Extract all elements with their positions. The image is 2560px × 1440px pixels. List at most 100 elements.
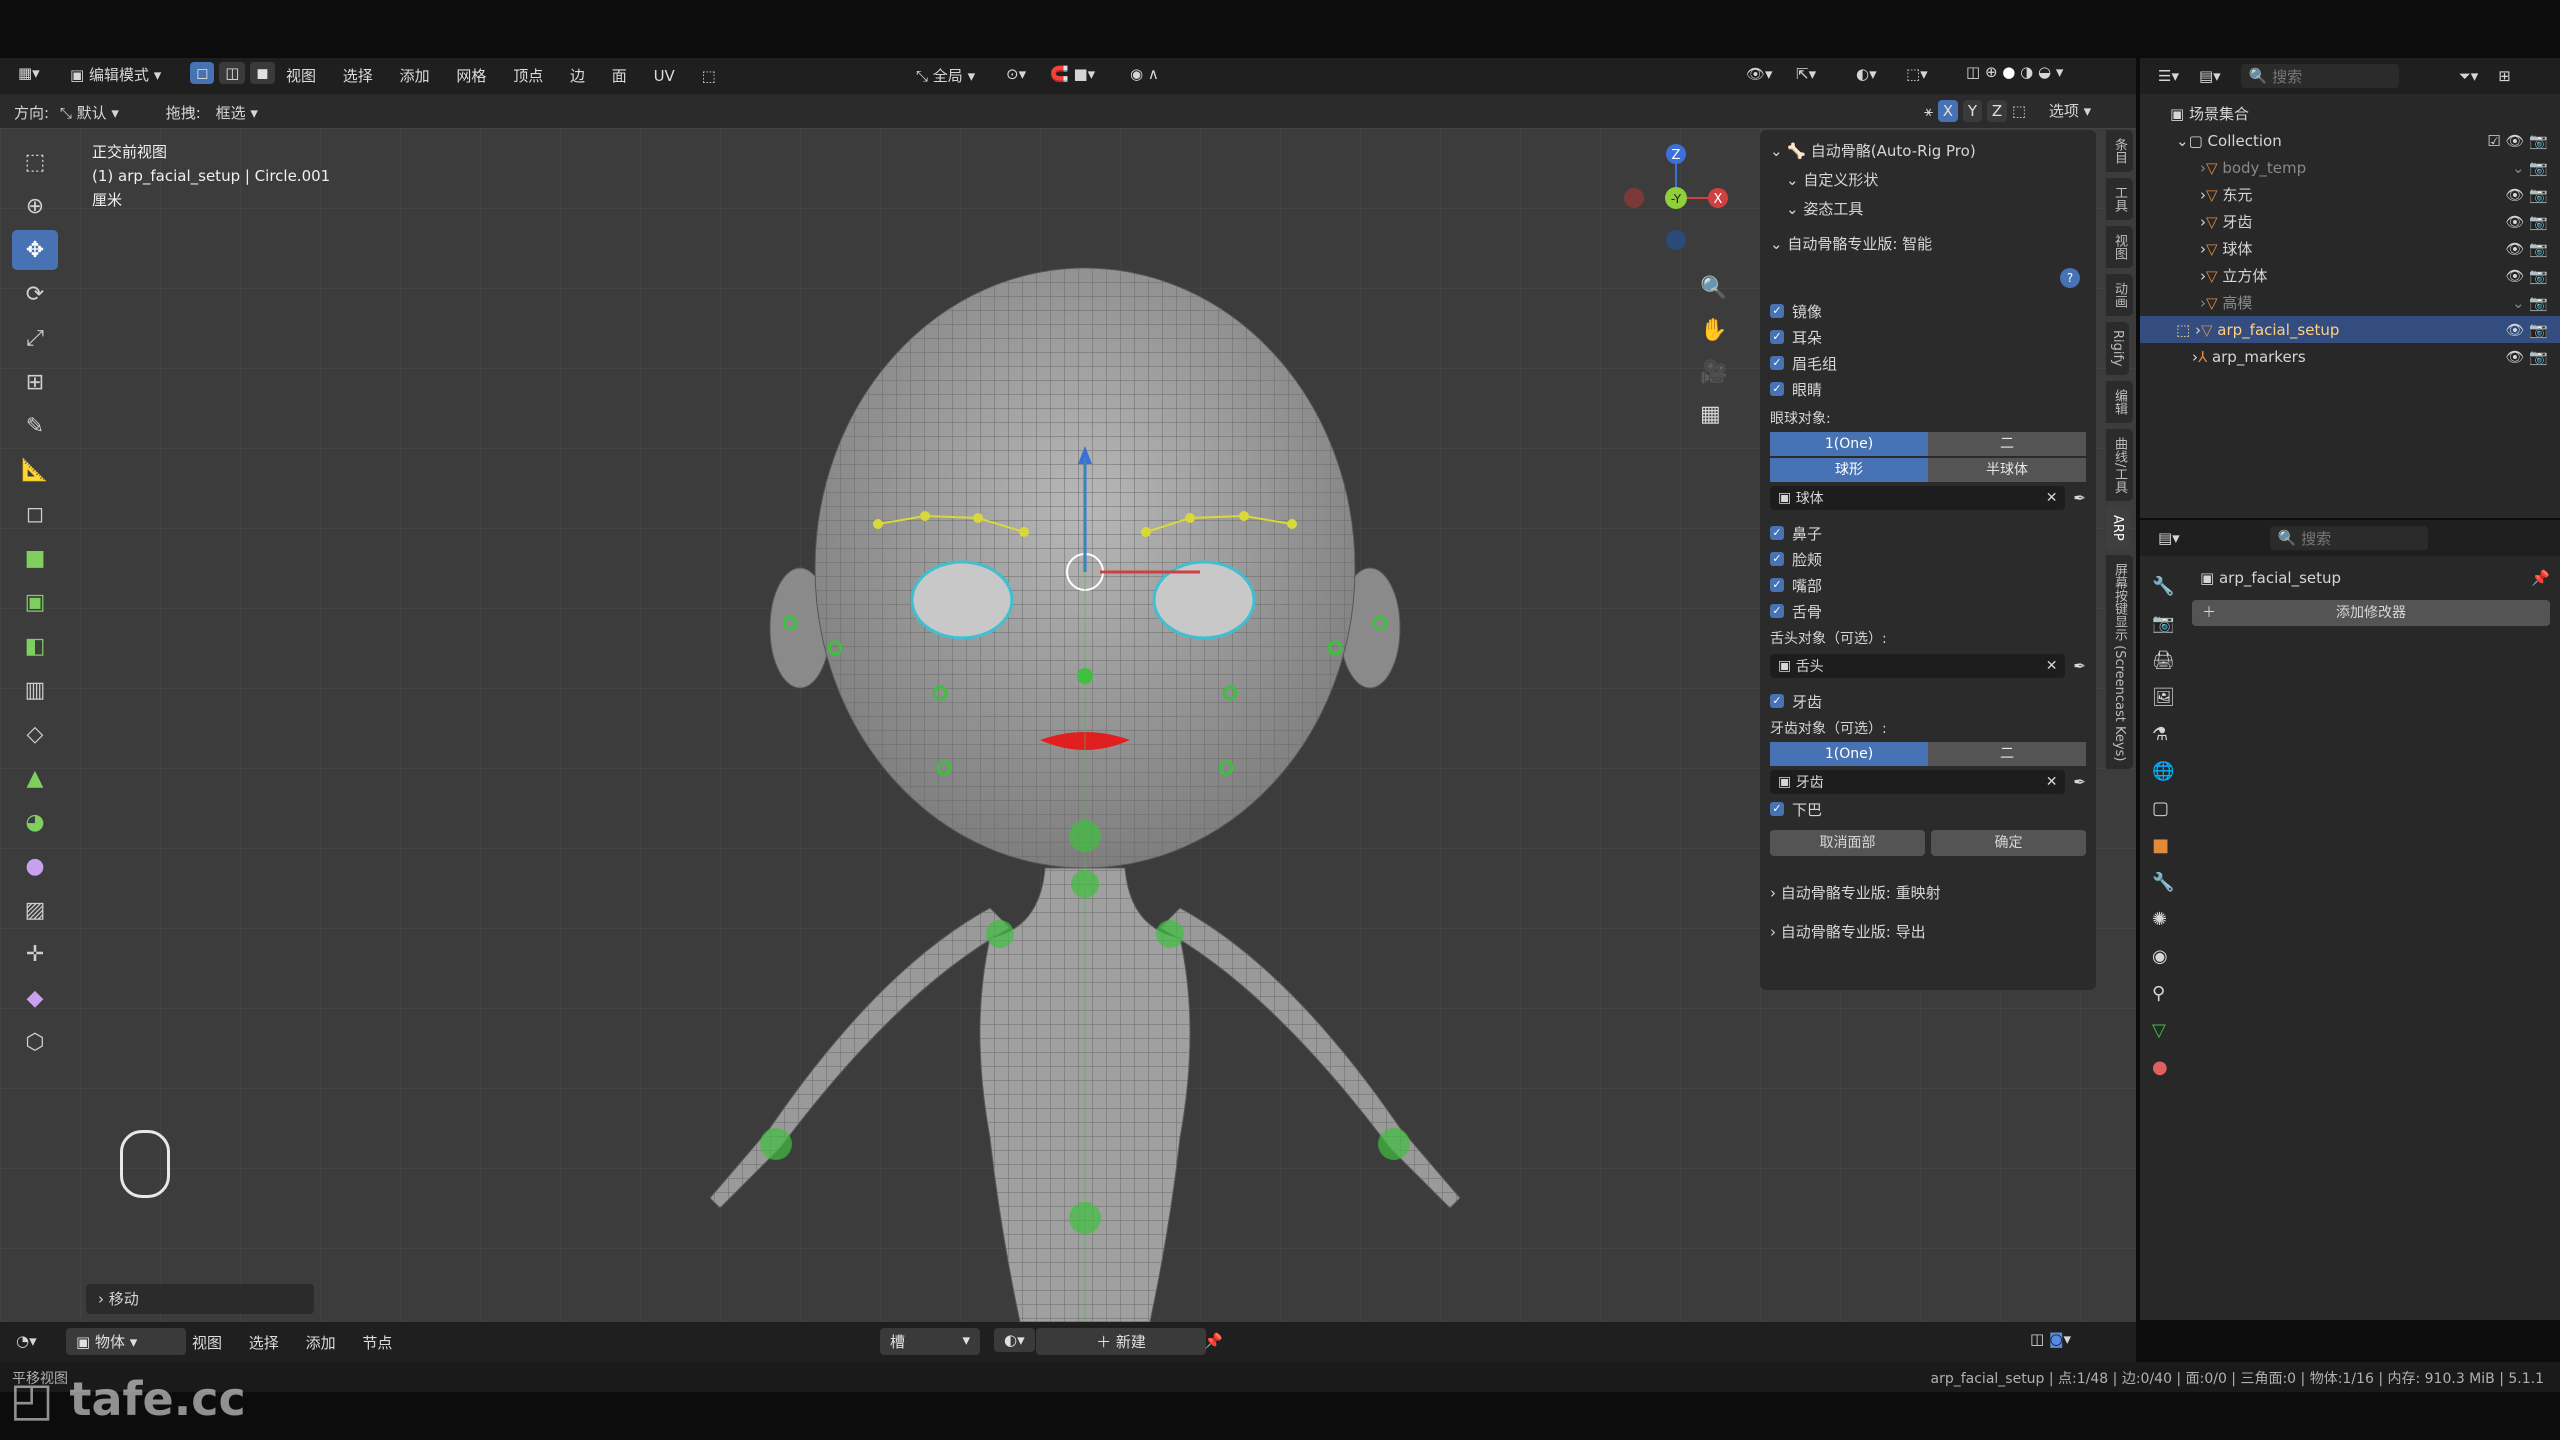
properties-editor-icon[interactable]: ▤▾	[2158, 529, 2180, 547]
material-tab-icon[interactable]: ●	[2152, 1049, 2182, 1086]
bottom-editor-type-icon[interactable]: ◔▾	[16, 1332, 37, 1350]
menu-edge[interactable]: 边	[570, 65, 585, 86]
overlay-icon[interactable]: ◐▾	[1856, 65, 1877, 83]
rotate-icon[interactable]: ⟳	[12, 274, 58, 314]
visibility-icon[interactable]: 👁▾	[1746, 65, 1773, 83]
loop-cut-icon[interactable]: ▥	[12, 670, 58, 710]
outliner-item-sphere[interactable]: › ▽ 球体 👁 📷	[2140, 235, 2560, 262]
physics-tab-icon[interactable]: ◉	[2152, 938, 2182, 975]
outliner-item-arp-markers[interactable]: › ⅄ arp_markers 👁 📷	[2140, 343, 2560, 370]
eyedropper-icon[interactable]: ✒	[2073, 489, 2086, 507]
rip-icon[interactable]: ⬡	[12, 1022, 58, 1062]
eye-shape-hemisphere[interactable]: 半球体	[1928, 458, 2086, 482]
add-cube-icon[interactable]: ◻	[12, 494, 58, 534]
pivot-icon[interactable]: ⊙▾	[1006, 65, 1026, 83]
menu-mesh[interactable]: 网格	[456, 65, 486, 86]
check-ears[interactable]: ✓ 耳朵	[1770, 324, 2086, 350]
transform-icon[interactable]: ⊞	[12, 362, 58, 402]
pin-icon[interactable]: 📌	[2531, 569, 2550, 587]
proportional-edit-icon[interactable]: ◉ ∧	[1130, 65, 1159, 83]
visibility-icons[interactable]: 👁 📷	[2506, 213, 2549, 231]
menu-face[interactable]: 面	[612, 65, 627, 86]
visibility-icons[interactable]: ☑ 👁 📷	[2487, 132, 2548, 150]
visibility-icons[interactable]: 👁 📷	[2506, 348, 2549, 366]
cursor-icon[interactable]: ⊕	[12, 186, 58, 226]
outliner-item-dongyuan[interactable]: › ▽ 东元 👁 📷	[2140, 181, 2560, 208]
inset-icon[interactable]: ▣	[12, 582, 58, 622]
tab-item[interactable]: 条目	[2106, 130, 2133, 172]
check-jaw[interactable]: ✓ 下巴	[1770, 796, 2086, 822]
pose-tools-sub[interactable]: ⌄ 姿态工具	[1770, 194, 2086, 223]
outliner-item-highpoly[interactable]: › ▽ 高模 ⌄ 📷	[2140, 289, 2560, 316]
menu-view[interactable]: 视图	[286, 65, 316, 86]
edge-slide-icon[interactable]: ▨	[12, 890, 58, 930]
properties-search[interactable]: 🔍 搜索	[2269, 526, 2428, 550]
object-tab-icon[interactable]: ■	[2152, 827, 2182, 864]
orientation-dropdown[interactable]: ⤡ 默认 ▾	[60, 104, 119, 122]
check-mouth[interactable]: ✓ 嘴部	[1770, 572, 2086, 598]
new-material-button[interactable]: ＋ 新建	[1036, 1328, 1206, 1355]
select-box-icon[interactable]: ⬚	[12, 142, 58, 182]
face-select-icon[interactable]: ◼	[250, 62, 275, 84]
outliner-item-teeth[interactable]: › ▽ 牙齿 👁 📷	[2140, 208, 2560, 235]
axis-x-button[interactable]: X	[1937, 100, 1959, 122]
new-collection-icon[interactable]: ⊞	[2498, 67, 2511, 85]
export-panel-header[interactable]: › 自动骨骼专业版: 导出	[1770, 917, 2086, 946]
uv-sync-icon[interactable]: ⬚	[702, 67, 716, 85]
visibility-icons[interactable]: ⌄ 📷	[2512, 294, 2548, 312]
arp-header[interactable]: ⌄ 🦴 自动骨骼(Auto-Rig Pro)	[1770, 136, 2086, 165]
outliner-search[interactable]: 🔍 搜索	[2240, 64, 2399, 88]
tab-rigify[interactable]: Rigify	[2106, 322, 2129, 375]
custom-shape-sub[interactable]: ⌄ 自定义形状	[1770, 165, 2086, 194]
visibility-icons[interactable]: 👁 📷	[2506, 267, 2549, 285]
spin-icon[interactable]: ◕	[12, 802, 58, 842]
bottom-menu-node[interactable]: 节点	[362, 1332, 392, 1353]
edge-select-icon[interactable]: ◫	[219, 62, 246, 84]
scale-icon[interactable]: ⤢	[12, 318, 58, 358]
teeth-count-one[interactable]: 1(One)	[1770, 742, 1928, 766]
bevel-icon[interactable]: ◧	[12, 626, 58, 666]
last-operator-panel[interactable]: › 移动	[86, 1284, 314, 1314]
overlay-toggle-icons[interactable]: ◫ ◙▾	[2030, 1330, 2071, 1348]
tongue-object-field[interactable]: ▣ 舌头 ✕	[1770, 654, 2066, 678]
collection-row[interactable]: ⌄ ▢ Collection ☑ 👁 📷	[2140, 127, 2560, 154]
material-browse[interactable]: ◐▾	[994, 1328, 1035, 1352]
eyedropper-icon[interactable]: ✒	[2073, 657, 2086, 675]
check-cheeks[interactable]: ✓ 脸颊	[1770, 546, 2086, 572]
bottom-menu-view[interactable]: 视图	[192, 1332, 222, 1353]
annotate-icon[interactable]: ✎	[12, 406, 58, 446]
pin-icon[interactable]: 📌	[1204, 1332, 1223, 1350]
smooth-icon[interactable]: ●	[12, 846, 58, 886]
menu-select[interactable]: 选择	[343, 65, 373, 86]
vertex-select-icon[interactable]: ◻	[190, 62, 215, 84]
tab-screencast-keys[interactable]: 屏幕按键显示 (Screencast Keys)	[2106, 554, 2133, 770]
shrink-fatten-icon[interactable]: ✛	[12, 934, 58, 974]
eye-count-one[interactable]: 1(One)	[1770, 432, 1928, 456]
help-icon[interactable]: ?	[2060, 268, 2080, 288]
tab-edit[interactable]: 编辑	[2106, 380, 2133, 423]
tab-curve-tools[interactable]: 曲线/工具	[2106, 428, 2133, 501]
grid-icon[interactable]: ▦	[1700, 394, 1727, 436]
constraints-tab-icon[interactable]: ⚲	[2152, 975, 2182, 1012]
display-mode-icon[interactable]: ▤▾	[2199, 67, 2221, 85]
check-mirror[interactable]: ✓ 镜像	[1770, 298, 2086, 324]
scene-collection-row[interactable]: ▣ 场景集合	[2140, 100, 2560, 127]
outliner-item-cube[interactable]: › ▽ 立方体 👁 📷	[2140, 262, 2560, 289]
check-eyebrows[interactable]: ✓ 眉毛组	[1770, 350, 2086, 376]
confirm-button[interactable]: 确定	[1931, 830, 2086, 856]
visibility-icons[interactable]: 👁 📷	[2506, 240, 2549, 258]
particles-tab-icon[interactable]: ✺	[2152, 901, 2182, 938]
check-eyes[interactable]: ✓ 眼睛	[1770, 376, 2086, 402]
navigation-gizmo[interactable]: Z -Y X	[1610, 140, 1730, 260]
tab-view[interactable]: 视图	[2106, 226, 2133, 268]
modifier-tab-icon[interactable]: 🔧	[2152, 864, 2182, 901]
topology-mirror-icon[interactable]: ⬚	[2012, 102, 2026, 120]
outliner-editor-icon[interactable]: ☰▾	[2158, 67, 2179, 85]
add-modifier-button[interactable]: ＋添加修改器	[2192, 600, 2550, 626]
gizmo-toggle-icon[interactable]: ⇱▾	[1796, 65, 1816, 83]
mode-selector[interactable]: ▣ 编辑模式 ▾	[70, 64, 161, 85]
drag-dropdown[interactable]: 框选 ▾	[216, 104, 258, 122]
pan-hand-icon[interactable]: ✋	[1700, 310, 1727, 352]
slot-dropdown[interactable]: 槽 ▾	[880, 1328, 980, 1355]
tool-tab-icon[interactable]: 🔧	[2152, 568, 2182, 605]
